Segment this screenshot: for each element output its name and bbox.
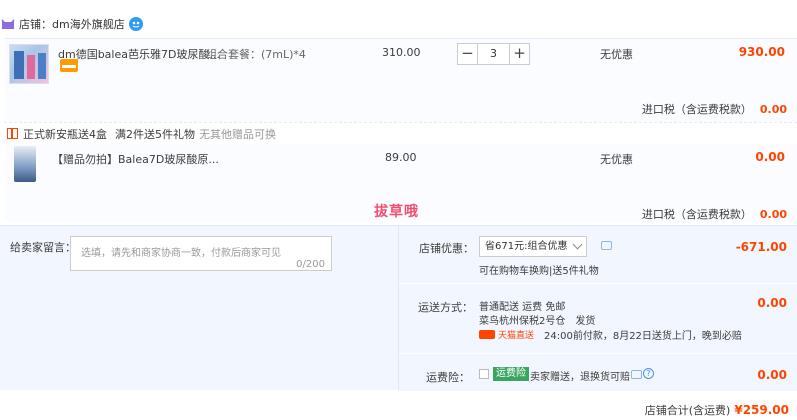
unit-price: 310.00 xyxy=(382,46,421,59)
tmall-cat-icon xyxy=(2,19,14,29)
divider xyxy=(399,353,797,354)
quantity-stepper: − 3 + xyxy=(457,43,530,65)
insurance-icons: ? xyxy=(631,368,654,379)
shop-discount-select[interactable]: 省671元:组合优惠 xyxy=(479,236,587,257)
delivery-promise: 24:00前付款，8月22日送货上门，晚到必赔 xyxy=(544,331,742,342)
message-label: 给卖家留言： xyxy=(10,241,76,254)
message-char-count: 0/200 xyxy=(296,259,325,270)
product-title-link[interactable]: dm德国balea芭乐雅7D玻尿酸... xyxy=(58,46,220,62)
promotion-text: 无优惠 xyxy=(600,48,633,61)
tmall-logo-icon xyxy=(479,330,495,339)
gift-import-tax-label: 进口税（含运费税款） xyxy=(641,208,752,221)
item-subtotal: 930.00 xyxy=(738,45,785,59)
insurance-checkbox[interactable] xyxy=(479,369,489,379)
import-tax: 进口税（含运费税款） 0.00 xyxy=(642,101,787,117)
shop-header: 店铺： dm海外旗舰店 xyxy=(0,12,797,36)
gift-promotion-header: 正式新安瓶送4盒 满2件送5件礼物 无其他赠品可换 xyxy=(4,122,797,144)
shop-label: 店铺： xyxy=(19,18,52,31)
decrease-quantity-button[interactable]: − xyxy=(457,43,478,65)
seller-message-input[interactable]: 选填，请先和商家协商一致，付款后商家可见 0/200 xyxy=(70,236,332,271)
shipping-method: 普通配送 运费 免邮 xyxy=(479,302,566,313)
shop-discount-selected: 省671元:组合优惠 xyxy=(485,241,568,252)
chevron-down-icon xyxy=(572,239,583,250)
gift-promo-note: 无其他赠品可换 xyxy=(199,127,276,141)
gift-import-tax-value: 0.00 xyxy=(759,208,787,221)
shop-name-link[interactable]: dm海外旗舰店 xyxy=(52,16,125,32)
gift-promo-rule: 满2件送5件礼物 xyxy=(115,127,195,141)
tmall-direct-label: 天猫直送 xyxy=(498,331,535,341)
shop-discount-amount: -671.00 xyxy=(735,240,787,254)
import-tax-value: 0.00 xyxy=(759,103,787,116)
insurance-badge: 运费险 xyxy=(493,367,529,381)
shipping-amount: 0.00 xyxy=(757,296,787,310)
divider xyxy=(399,283,797,284)
gift-unit-price: 89.00 xyxy=(385,151,417,164)
gift-promotion-text: 无优惠 xyxy=(600,153,633,166)
shop-discount-label: 店铺优惠： xyxy=(419,242,474,255)
gift-product-thumbnail[interactable] xyxy=(14,146,36,182)
insurance-label: 运费险： xyxy=(426,371,470,384)
chat-bubble-icon[interactable] xyxy=(601,241,612,250)
wangwang-chat-icon[interactable] xyxy=(128,17,143,31)
order-item-row: dm德国balea芭乐雅7D玻尿酸... 组合套餐：(7mL)*4 310.00… xyxy=(4,38,797,122)
shop-fees-panel: 店铺优惠： 省671元:组合优惠 可在购物车换购|送5件礼物 -671.00 运… xyxy=(398,226,797,391)
gift-promo-title: 正式新安瓶送4盒 xyxy=(23,127,107,141)
increase-quantity-button[interactable]: + xyxy=(509,43,530,65)
import-tax-label: 进口税（含运费税款） xyxy=(641,103,752,116)
shipping-delivery-info: 天猫直送 24:00前付款，8月22日送货上门，晚到必赔 xyxy=(479,327,742,342)
shipping-label: 运送方式： xyxy=(418,301,473,314)
shipping-warehouse: 菜鸟杭州保税2号仓 发货 xyxy=(479,316,596,327)
gift-product-title-link[interactable]: 【赠品勿拍】Balea7D玻尿酸原... xyxy=(52,151,219,167)
help-question-icon[interactable]: ? xyxy=(643,368,654,379)
shop-total: 店铺合计(含运费) ¥259.00 xyxy=(645,402,789,418)
watermark-text: 拔草哦 xyxy=(374,204,419,220)
gift-icon xyxy=(7,128,18,139)
gift-item-subtotal: 0.00 xyxy=(755,150,785,164)
shop-total-value: ¥259.00 xyxy=(734,403,789,417)
shop-discount-note: 可在购物车换购|送5件礼物 xyxy=(479,266,599,277)
shop-total-label: 店铺合计(含运费) xyxy=(644,404,731,417)
chat-bubble-icon[interactable] xyxy=(631,370,642,379)
product-sku: 组合套餐：(7mL)*4 xyxy=(206,48,306,61)
insurance-amount: 0.00 xyxy=(757,368,787,382)
order-options-panel: 给卖家留言： 选填，请先和商家协商一致，付款后商家可见 0/200 店铺优惠： … xyxy=(0,225,797,391)
quantity-input[interactable]: 3 xyxy=(478,43,509,65)
message-placeholder: 选填，请先和商家协商一致，付款后商家可见 xyxy=(81,248,281,259)
insurance-description: 卖家赠送，退换货可赔 xyxy=(530,372,630,383)
product-thumbnail[interactable] xyxy=(9,44,49,84)
gift-import-tax: 进口税（含运费税款） 0.00 xyxy=(642,206,787,222)
